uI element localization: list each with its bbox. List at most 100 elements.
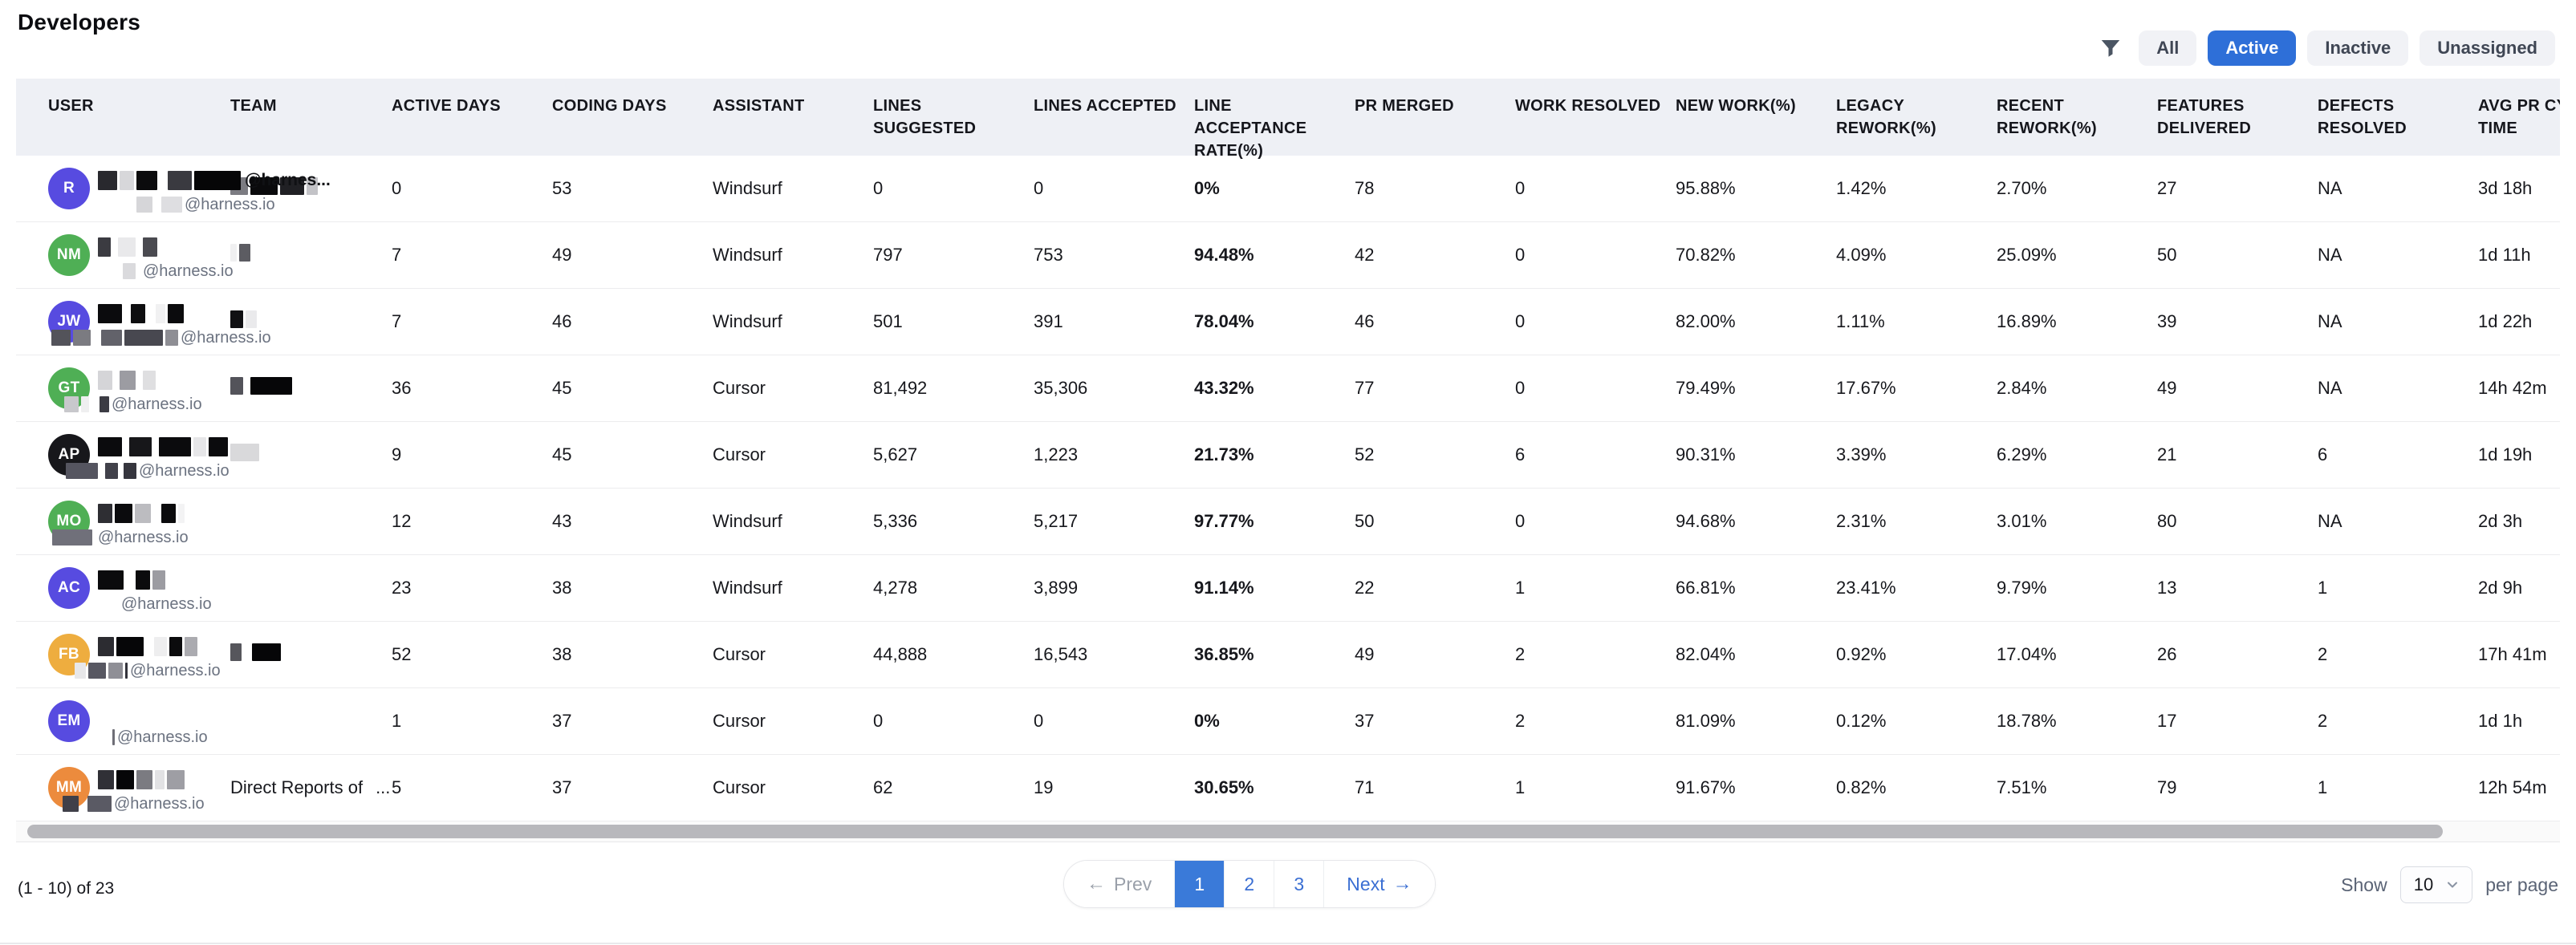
- horizontal-scrollbar[interactable]: [16, 821, 2560, 842]
- cell-new_work: 81.09%: [1676, 711, 1836, 732]
- cell-legacy_rework: 0.92%: [1836, 644, 1997, 665]
- cell-coding_days: 38: [552, 578, 713, 598]
- avatar: AC: [48, 567, 90, 609]
- column-header-legacy_rework: LEGACY REWORK(%): [1836, 95, 1997, 156]
- cell-work_resolved: 1: [1515, 578, 1676, 598]
- user-name-redacted: @harnes...: [98, 170, 331, 191]
- table-row[interactable]: MM@harness.ioDirect Reports of...537Curs…: [16, 755, 2560, 821]
- prev-page-button[interactable]: ← Prev: [1064, 861, 1174, 907]
- column-header-avg_pr_cycle_time: AVG PR CY TIME: [2478, 95, 2560, 156]
- cell-new_work: 79.49%: [1676, 378, 1836, 399]
- cell-features_delivered: 39: [2157, 311, 2318, 332]
- user-name-redacted: [98, 370, 158, 391]
- cell-avg_pr_cycle_time: 2d 3h: [2478, 511, 2560, 532]
- next-page-button[interactable]: Next →: [1323, 861, 1434, 907]
- cell-avg_pr_cycle_time: 14h 42m: [2478, 378, 2560, 399]
- cell-lines_accepted: 1,223: [1034, 444, 1194, 465]
- next-label: Next: [1347, 874, 1384, 895]
- cell-active_days: 1: [392, 711, 552, 732]
- prev-label: Prev: [1114, 874, 1152, 895]
- cell-avg_pr_cycle_time: 1d 11h: [2478, 245, 2560, 266]
- cell-recent_rework: 2.70%: [1997, 178, 2157, 199]
- scrollbar-thumb[interactable]: [27, 825, 2443, 838]
- cell-defects_resolved: 1: [2318, 777, 2478, 798]
- cell-pr_merged: 37: [1355, 711, 1515, 732]
- cell-new_work: 70.82%: [1676, 245, 1836, 266]
- avatar: NM: [48, 234, 90, 276]
- cell-legacy_rework: 23.41%: [1836, 578, 1997, 598]
- right-arrow-icon: →: [1393, 873, 1412, 895]
- cell-assistant: Windsurf: [713, 578, 873, 598]
- cell-pr_merged: 42: [1355, 245, 1515, 266]
- table-row[interactable]: GT@harness.io3645Cursor81,49235,30643.32…: [16, 355, 2560, 422]
- user-cell: EM@harness.io: [16, 688, 230, 754]
- cell-lines_accepted: 5,217: [1034, 511, 1194, 532]
- cell-lines_suggested: 0: [873, 711, 1034, 732]
- user-cell: JW@harness.io: [16, 289, 230, 355]
- user-name-redacted: [98, 237, 160, 258]
- page-title: Developers: [18, 10, 140, 35]
- table-row[interactable]: JW@harness.io746Windsurf50139178.04%4608…: [16, 289, 2560, 355]
- cell-coding_days: 45: [552, 444, 713, 465]
- cell-recent_rework: 17.04%: [1997, 644, 2157, 665]
- user-name-redacted: [98, 436, 230, 457]
- column-header-defects_resolved: DEFECTS RESOLVED: [2318, 95, 2478, 156]
- cell-active_days: 7: [392, 311, 552, 332]
- cell-new_work: 91.67%: [1676, 777, 1836, 798]
- column-header-user: USER: [16, 95, 230, 156]
- cell-avg_pr_cycle_time: 1d 19h: [2478, 444, 2560, 465]
- redaction-blocks: [98, 637, 200, 656]
- filter-all-button[interactable]: All: [2139, 30, 2196, 66]
- redaction-blocks: [98, 171, 243, 190]
- cell-pr_merged: 52: [1355, 444, 1515, 465]
- filter-funnel-icon[interactable]: [2099, 36, 2123, 60]
- cell-defects_resolved: NA: [2318, 178, 2478, 199]
- cell-recent_rework: 7.51%: [1997, 777, 2157, 798]
- cell-pr_merged: 49: [1355, 644, 1515, 665]
- cell-lines_suggested: 4,278: [873, 578, 1034, 598]
- cell-recent_rework: 18.78%: [1997, 711, 2157, 732]
- table-row[interactable]: EM@harness.io137Cursor000%37281.09%0.12%…: [16, 688, 2560, 755]
- table-row[interactable]: FB@harness.io5238Cursor44,88816,54336.85…: [16, 622, 2560, 688]
- left-arrow-icon: ←: [1087, 873, 1106, 895]
- cell-features_delivered: 50: [2157, 245, 2318, 266]
- cell-pr_merged: 22: [1355, 578, 1515, 598]
- team-cell: Direct Reports of...: [230, 777, 392, 798]
- redaction-blocks: [230, 310, 259, 328]
- table-row[interactable]: AP@harness.io945Cursor5,6271,22321.73%52…: [16, 422, 2560, 489]
- column-header-new_work: NEW WORK(%): [1676, 95, 1836, 156]
- table-row[interactable]: R@harnes...@harness.io053Windsurf000%780…: [16, 156, 2560, 222]
- page-3-button[interactable]: 3: [1274, 861, 1323, 907]
- cell-line_acceptance_rate: 30.65%: [1194, 777, 1355, 798]
- column-header-lines_suggested: LINES SUGGESTED: [873, 95, 1034, 156]
- cell-lines_accepted: 35,306: [1034, 378, 1194, 399]
- team-cell: [230, 244, 392, 266]
- user-name-redacted: [98, 570, 168, 590]
- chevron-down-icon: [2446, 878, 2459, 891]
- cell-lines_accepted: 753: [1034, 245, 1194, 266]
- cell-lines_suggested: 44,888: [873, 644, 1034, 665]
- column-header-team: TEAM: [230, 95, 392, 156]
- page-1-button[interactable]: 1: [1174, 861, 1224, 907]
- table-row[interactable]: MO@harness.io1243Windsurf5,3365,21797.77…: [16, 489, 2560, 555]
- cell-legacy_rework: 0.82%: [1836, 777, 1997, 798]
- cell-coding_days: 38: [552, 644, 713, 665]
- page-size-group: Show 10 per page: [2341, 866, 2558, 903]
- user-cell: AP@harness.io: [16, 422, 230, 488]
- filter-inactive-button[interactable]: Inactive: [2307, 30, 2408, 66]
- filter-unassigned-button[interactable]: Unassigned: [2420, 30, 2555, 66]
- redaction-blocks: [230, 643, 283, 661]
- table-row[interactable]: AC@harness.io2338Windsurf4,2783,89991.14…: [16, 555, 2560, 622]
- redaction-blocks: [123, 263, 143, 279]
- table-row[interactable]: NM@harness.io749Windsurf79775394.48%4207…: [16, 222, 2560, 289]
- column-header-active_days: ACTIVE DAYS: [392, 95, 552, 156]
- cell-work_resolved: 0: [1515, 511, 1676, 532]
- cell-lines_suggested: 0: [873, 178, 1034, 199]
- cell-features_delivered: 80: [2157, 511, 2318, 532]
- filter-active-button[interactable]: Active: [2208, 30, 2296, 66]
- cell-line_acceptance_rate: 36.85%: [1194, 644, 1355, 665]
- cell-coding_days: 45: [552, 378, 713, 399]
- page-size-select[interactable]: 10: [2400, 866, 2472, 903]
- page-2-button[interactable]: 2: [1224, 861, 1274, 907]
- user-email: @harness.io: [64, 395, 202, 414]
